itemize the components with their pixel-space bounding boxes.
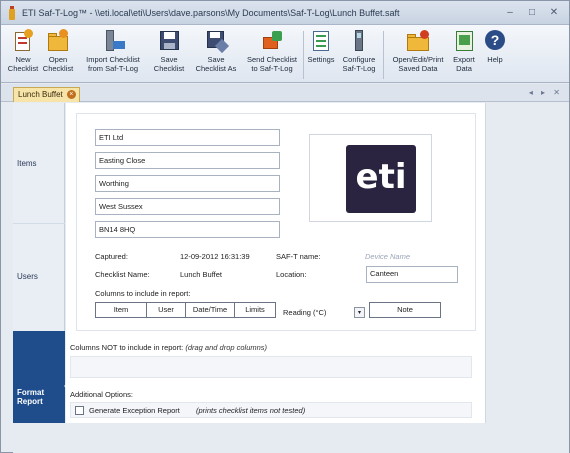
report-header-card: ETI Ltd Easting Close Worthing West Suss… [76, 113, 476, 331]
configure-saftlog-label: Configure Saf-T-Log [342, 55, 376, 73]
close-tab-icon[interactable]: × [66, 90, 76, 99]
sidebar-item-format-report-label: Format Report [17, 388, 45, 406]
title-bar: ETI Saf-T-Log™ - \\eti.local\eti\Users\d… [1, 1, 569, 25]
window-title: ETI Saf-T-Log™ - \\eti.local\eti\Users\d… [22, 7, 400, 18]
columns-include-label: Columns to include in report: [95, 289, 191, 298]
save-checklist-label: Save Checklist [153, 55, 185, 73]
sidebar-item-items[interactable]: Items [13, 103, 65, 223]
postcode-field[interactable]: BN14 8HQ [95, 221, 280, 238]
sidebar-item-users[interactable]: Users [13, 223, 65, 331]
open-checklist-button[interactable]: Open Checklist [41, 29, 75, 81]
open-edit-print-label: Open/Edit/Print Saved Data [392, 55, 444, 73]
settings-list-icon [309, 29, 333, 53]
sidebar-item-users-label: Users [17, 272, 38, 281]
minimize-button[interactable]: – [503, 6, 517, 19]
tab-lunch-buffet[interactable]: Lunch Buffet × [13, 87, 80, 102]
ribbon-separator [383, 31, 384, 79]
export-data-label: Export Data [453, 55, 475, 73]
export-data-button[interactable]: Export Data [449, 29, 479, 81]
sidebar: Items Users Format Report [13, 103, 70, 423]
column-user[interactable]: User [146, 302, 186, 318]
column-note[interactable]: Note [369, 302, 441, 318]
save-as-icon [204, 29, 230, 54]
excluded-columns-hint: (drag and drop columns) [185, 343, 268, 352]
saved-data-folder-icon [406, 29, 430, 53]
help-button[interactable]: ? Help [481, 29, 509, 81]
location-label: Location: [276, 270, 307, 279]
checklist-name-value: Lunch Buffet [180, 270, 222, 279]
save-checklist-button[interactable]: Save Checklist [151, 29, 187, 81]
open-edit-print-button[interactable]: Open/Edit/Print Saved Data [386, 29, 450, 81]
open-checklist-label: Open Checklist [42, 55, 74, 73]
excluded-columns-label: Columns NOT to include in report: [70, 343, 184, 352]
exception-report-label: Generate Exception Report [89, 406, 180, 415]
ribbon-separator [303, 31, 304, 79]
close-window-button[interactable]: ✕ [547, 6, 561, 19]
new-checklist-label: New Checklist [7, 55, 39, 73]
exception-report-hint: (prints checklist items not tested) [196, 406, 306, 415]
send-checklist-button[interactable]: Send Checklist to Saf-T-Log [243, 29, 301, 81]
import-checklist-label: Import Checklist from Saf-T-Log [86, 55, 140, 73]
help-label: Help [487, 55, 503, 64]
column-limits[interactable]: Limits [234, 302, 276, 318]
new-checklist-icon [11, 29, 35, 53]
device-name-placeholder[interactable]: Device Name [365, 252, 410, 261]
column-reading[interactable]: Reading (°C) [283, 308, 326, 317]
import-checklist-button[interactable]: Import Checklist from Saf-T-Log [77, 29, 149, 81]
tab-lunch-buffet-label: Lunch Buffet [18, 90, 63, 99]
import-device-icon [101, 29, 125, 53]
sidebar-item-format-report[interactable]: Format Report [13, 331, 70, 423]
export-spreadsheet-icon [452, 29, 476, 53]
reading-dropdown-icon[interactable]: ▾ [354, 307, 365, 318]
eti-logo: eti [346, 145, 416, 213]
new-checklist-button[interactable]: New Checklist [7, 29, 39, 81]
tab-navigation-arrows[interactable]: ◂ ▸ ✕ [529, 88, 563, 97]
save-checklist-as-label: Save Checklist As [195, 55, 237, 73]
captured-value: 12-09-2012 16:31:39 [180, 252, 250, 261]
address-line-4-field[interactable]: West Sussex [95, 198, 280, 215]
location-field[interactable]: Canteen [366, 266, 458, 283]
right-empty-pane [487, 103, 569, 453]
document-tab-strip: Lunch Buffet × ◂ ▸ ✕ [1, 84, 569, 102]
address-line-2-field[interactable]: Easting Close [95, 152, 280, 169]
address-line-1-field[interactable]: ETI Ltd [95, 129, 280, 146]
exception-report-checkbox[interactable] [75, 406, 84, 415]
configure-saftlog-button[interactable]: Configure Saf-T-Log [338, 29, 380, 81]
sidebar-item-items-label: Items [17, 159, 37, 168]
help-question-icon: ? [483, 29, 507, 53]
settings-label: Settings [307, 55, 335, 64]
excluded-columns-drop-area[interactable] [70, 356, 472, 378]
bottom-empty-pane [13, 423, 487, 453]
column-date-time[interactable]: Date/Time [185, 302, 235, 318]
excluded-columns-heading: Columns NOT to include in report: (drag … [70, 343, 267, 352]
maximize-button[interactable]: □ [525, 6, 539, 19]
app-bottle-icon [7, 5, 17, 20]
address-line-3-field[interactable]: Worthing [95, 175, 280, 192]
settings-button[interactable]: Settings [305, 29, 337, 81]
save-checklist-as-button[interactable]: Save Checklist As [191, 29, 241, 81]
additional-options-heading: Additional Options: [70, 390, 133, 399]
format-report-panel: ETI Ltd Easting Close Worthing West Suss… [66, 103, 486, 423]
open-folder-icon [46, 29, 70, 53]
column-item[interactable]: Item [95, 302, 147, 318]
save-disk-icon [157, 29, 181, 53]
configure-device-icon [347, 29, 371, 53]
saft-name-label: SAF-T name: [276, 252, 321, 261]
send-checklist-label: Send Checklist to Saf-T-Log [246, 55, 298, 73]
company-logo-box[interactable]: eti [309, 134, 432, 222]
exception-report-option[interactable]: Generate Exception Report (prints checkl… [70, 402, 472, 418]
send-device-icon [260, 29, 284, 53]
app-window: ETI Saf-T-Log™ - \\eti.local\eti\Users\d… [0, 0, 570, 453]
checklist-name-label: Checklist Name: [95, 270, 150, 279]
captured-label: Captured: [95, 252, 128, 261]
ribbon-toolbar: New Checklist Open Checklist Import Chec… [1, 25, 569, 83]
